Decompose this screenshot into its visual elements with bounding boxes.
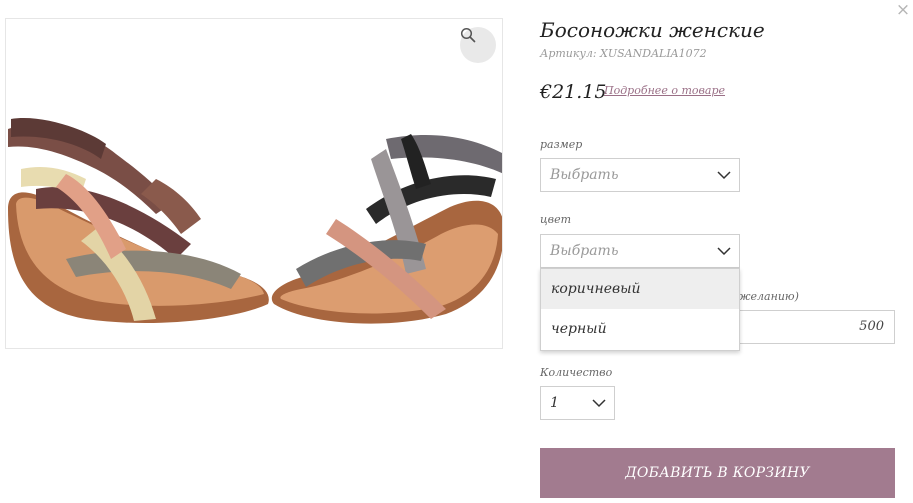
product-title: Босоножки женские [540, 18, 765, 42]
size-select[interactable]: Выбрать [540, 158, 740, 192]
close-icon[interactable]: × [894, 0, 912, 20]
product-image [5, 18, 503, 349]
chevron-down-icon [717, 171, 731, 180]
quantity-select[interactable]: 1 [540, 386, 615, 420]
zoom-button[interactable] [460, 27, 496, 63]
product-details-link[interactable]: Подробнее о товаре [604, 84, 725, 97]
amount-label: желанию) [738, 290, 799, 303]
size-select-value: Выбрать [550, 167, 619, 183]
amount-input[interactable]: 500 [738, 310, 895, 344]
chevron-down-icon [592, 399, 606, 408]
quantity-label: Количество [540, 366, 613, 379]
size-label: размер [540, 138, 583, 151]
add-to-cart-button[interactable]: ДОБАВИТЬ В КОРЗИНУ [540, 448, 895, 498]
color-select[interactable]: Выбрать [540, 234, 740, 268]
magnifier-icon [460, 27, 476, 43]
amount-value: 500 [859, 319, 884, 334]
color-dropdown: коричневый черный [540, 268, 740, 351]
color-option-black[interactable]: черный [541, 309, 739, 349]
product-price: €21.15 [540, 81, 607, 103]
color-option-brown[interactable]: коричневый [541, 269, 739, 309]
sandals-image [8, 118, 502, 324]
color-label: цвет [540, 213, 572, 226]
chevron-down-icon [717, 247, 731, 256]
product-sku: Артикул: XUSANDALIA1072 [540, 47, 707, 60]
color-select-value: Выбрать [550, 243, 619, 259]
quantity-value: 1 [550, 395, 559, 411]
